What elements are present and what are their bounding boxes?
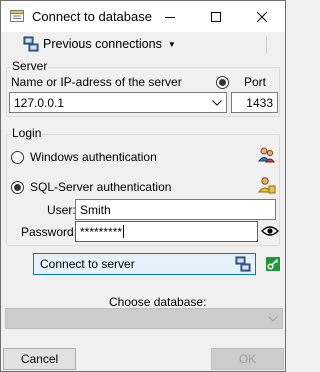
user-input[interactable]: Smith — [75, 199, 276, 220]
port-label: Port — [244, 75, 267, 89]
toolbar: Previous connections ▼ — [2, 32, 284, 56]
port-radio[interactable] — [216, 76, 229, 89]
windows-auth-radio[interactable] — [11, 151, 24, 164]
cancel-label: Cancel — [20, 352, 59, 366]
password-input[interactable]: ********* — [75, 221, 258, 242]
windows-users-icon — [258, 147, 275, 163]
server-name-label: Name or IP-adress of the server — [11, 75, 182, 89]
minimize-icon — [165, 16, 175, 18]
maximize-icon — [211, 11, 221, 22]
server-group-label: Server — [11, 59, 49, 73]
previous-connections-label: Previous connections — [43, 37, 162, 51]
user-label: User: — [47, 203, 76, 217]
database-connections-icon — [23, 36, 39, 52]
window-title: Connect to database — [32, 9, 152, 24]
sql-user-icon — [258, 177, 276, 194]
previous-connections-button[interactable]: Previous connections ▼ — [23, 34, 176, 54]
sql-auth-radio[interactable] — [11, 181, 24, 194]
password-label: Password: — [21, 225, 78, 239]
maximize-button[interactable] — [193, 1, 239, 32]
database-connect-icon — [235, 256, 251, 272]
connect-button[interactable]: Connect to server — [33, 253, 256, 275]
close-icon — [257, 11, 267, 22]
windows-auth-label[interactable]: Windows authentication — [30, 150, 157, 164]
ok-label: OK — [238, 352, 257, 366]
connect-dialog: Connect to database Previous connections… — [0, 0, 286, 372]
server-value: 127.0.0.1 — [14, 95, 65, 110]
port-value: 1433 — [246, 95, 273, 110]
port-input[interactable]: 1433 — [231, 92, 278, 113]
text-cursor — [123, 225, 125, 238]
choose-database-label: Choose database: — [109, 295, 207, 309]
ok-button: OK — [211, 348, 284, 370]
key-icon[interactable] — [266, 257, 280, 271]
chevron-down-icon[interactable] — [211, 95, 223, 110]
connect-label: Connect to server — [40, 257, 135, 271]
eye-icon[interactable] — [261, 225, 279, 237]
sql-auth-label[interactable]: SQL-Server authentication — [30, 180, 171, 194]
title-bar: Connect to database — [1, 1, 285, 32]
app-icon — [10, 10, 24, 22]
database-combo — [5, 308, 283, 329]
toolbar-separator — [266, 36, 267, 54]
chevron-down-icon — [267, 311, 279, 326]
user-value: Smith — [80, 202, 111, 217]
chevron-down-icon: ▼ — [167, 39, 176, 49]
cancel-button[interactable]: Cancel — [3, 348, 76, 370]
close-button[interactable] — [239, 1, 285, 32]
server-combo[interactable]: 127.0.0.1 — [9, 92, 227, 113]
login-group-label: Login — [11, 126, 43, 140]
minimize-button[interactable] — [147, 1, 193, 32]
password-value: ********* — [80, 224, 123, 239]
